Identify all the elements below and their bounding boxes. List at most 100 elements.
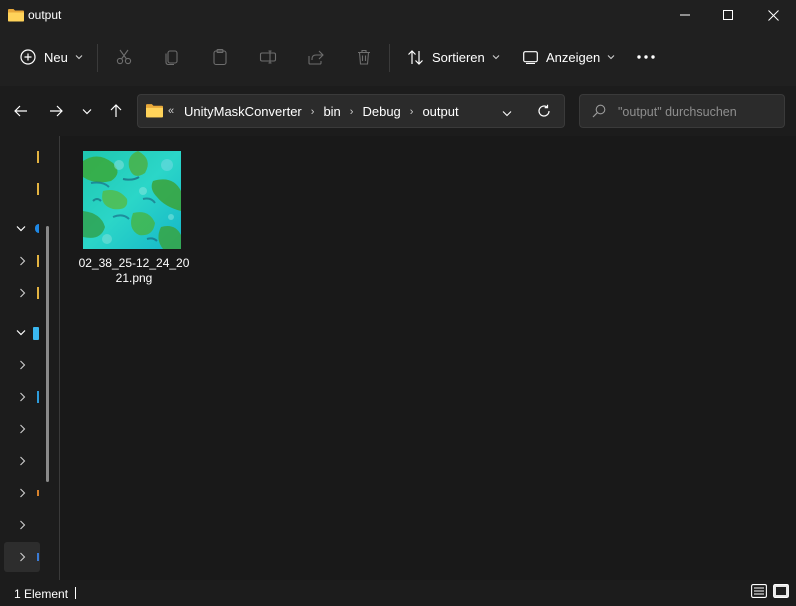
- breadcrumb-item[interactable]: output: [422, 104, 458, 119]
- chevron-right-icon: [20, 392, 26, 402]
- status-separator: [75, 587, 76, 599]
- chevron-right-icon: [20, 488, 26, 498]
- more-icon: [637, 55, 655, 59]
- breadcrumb-overflow[interactable]: «: [168, 105, 174, 117]
- cut-button[interactable]: [115, 42, 133, 72]
- chevron-down-icon: [82, 108, 92, 114]
- nav-item[interactable]: [0, 414, 40, 444]
- copy-button[interactable]: [163, 42, 181, 72]
- back-button[interactable]: [10, 100, 32, 122]
- chevron-right-icon: [20, 552, 26, 562]
- tiles-view-icon: [773, 584, 789, 598]
- file-item[interactable]: 02_38_25-12_24_2021.png: [78, 148, 192, 290]
- search-icon: [592, 104, 606, 121]
- up-button[interactable]: [105, 100, 127, 122]
- nav-item[interactable]: [0, 174, 40, 204]
- recent-locations-button[interactable]: [76, 100, 98, 122]
- rename-icon: [259, 50, 277, 64]
- nav-item[interactable]: [0, 446, 40, 476]
- large-icons-view-button[interactable]: [773, 584, 791, 602]
- status-bar: 1 Element: [0, 580, 796, 606]
- command-bar: Neu Sortieren Anzeigen: [0, 30, 796, 86]
- nav-item[interactable]: [0, 510, 40, 540]
- nav-item[interactable]: [0, 382, 40, 412]
- chevron-right-icon[interactable]: ›: [350, 106, 354, 118]
- item-count: 1 Element: [14, 587, 69, 601]
- chevron-right-icon: [20, 520, 26, 530]
- view-label: Anzeigen: [546, 49, 601, 65]
- file-name: 02_38_25-12_24_2021.png: [78, 256, 190, 285]
- nav-item[interactable]: [0, 478, 40, 508]
- nav-item-selected[interactable]: [4, 542, 40, 572]
- details-view-icon: [751, 584, 767, 598]
- nav-item-onedrive[interactable]: [0, 214, 40, 244]
- copy-icon: [165, 50, 178, 66]
- image-thumbnail: [83, 151, 181, 249]
- refresh-icon: [538, 104, 550, 117]
- new-icon: [20, 49, 36, 65]
- maximize-button[interactable]: [705, 0, 751, 30]
- minimize-button[interactable]: [662, 0, 708, 30]
- address-dropdown-button[interactable]: [502, 106, 512, 120]
- chevron-down-icon: [502, 111, 512, 117]
- folder-icon: [37, 287, 39, 299]
- breadcrumb-item[interactable]: UnityMaskConverter: [184, 104, 302, 119]
- share-button[interactable]: [307, 42, 325, 72]
- minimize-icon: [680, 14, 690, 16]
- chevron-right-icon: [20, 360, 26, 370]
- new-button[interactable]: Neu: [20, 42, 83, 72]
- new-label: Neu: [44, 49, 68, 65]
- close-icon: [767, 9, 779, 21]
- forward-button[interactable]: [45, 100, 67, 122]
- nav-item[interactable]: [0, 246, 40, 276]
- nav-scrollbar[interactable]: [46, 226, 49, 482]
- toolbar-divider: [97, 44, 98, 72]
- sort-icon: [408, 49, 423, 65]
- toolbar-divider: [389, 44, 390, 72]
- arrow-left-icon: [14, 105, 27, 117]
- close-button[interactable]: [750, 0, 796, 30]
- nav-item-this-pc[interactable]: [0, 318, 40, 348]
- arrow-up-icon: [110, 104, 122, 117]
- view-button[interactable]: Anzeigen: [523, 42, 615, 72]
- breadcrumb: UnityMaskConverter › bin › Debug › outpu…: [184, 104, 459, 119]
- chevron-down-icon: [75, 55, 83, 60]
- delete-icon: [358, 49, 370, 65]
- search-input[interactable]: [618, 103, 778, 121]
- chevron-right-icon: [20, 288, 26, 298]
- nav-item[interactable]: [0, 278, 40, 308]
- arrow-right-icon: [50, 105, 63, 117]
- breadcrumb-item[interactable]: Debug: [362, 104, 400, 119]
- sort-button[interactable]: Sortieren: [407, 42, 500, 72]
- search-box[interactable]: [579, 94, 785, 128]
- folder-icon: [37, 151, 39, 163]
- more-button[interactable]: [636, 42, 656, 72]
- cloud-icon: [35, 224, 39, 233]
- sort-label: Sortieren: [432, 49, 485, 65]
- address-row: « UnityMaskConverter › bin › Debug › out…: [0, 86, 796, 136]
- drive-icon: [37, 391, 39, 403]
- paste-icon: [213, 48, 227, 66]
- chevron-down-icon: [16, 330, 26, 336]
- delete-button[interactable]: [355, 42, 373, 72]
- paste-button[interactable]: [211, 42, 229, 72]
- folder-icon: [146, 103, 163, 121]
- chevron-right-icon: [20, 456, 26, 466]
- network-icon: [37, 553, 39, 561]
- navigation-pane: [0, 136, 49, 580]
- folder-icon: [37, 255, 39, 267]
- pc-icon: [33, 327, 39, 340]
- rename-button[interactable]: [259, 42, 277, 72]
- nav-item[interactable]: [0, 142, 40, 172]
- chevron-right-icon[interactable]: ›: [410, 106, 414, 118]
- chevron-down-icon: [16, 226, 26, 232]
- address-bar[interactable]: « UnityMaskConverter › bin › Debug › out…: [137, 94, 565, 128]
- refresh-button[interactable]: [537, 104, 551, 121]
- folder-icon: [37, 183, 39, 195]
- nav-item[interactable]: [0, 350, 40, 380]
- breadcrumb-item[interactable]: bin: [323, 104, 340, 119]
- chevron-down-icon: [607, 55, 615, 60]
- title-bar: output: [0, 0, 796, 30]
- chevron-right-icon[interactable]: ›: [311, 106, 315, 118]
- details-view-button[interactable]: [751, 584, 769, 602]
